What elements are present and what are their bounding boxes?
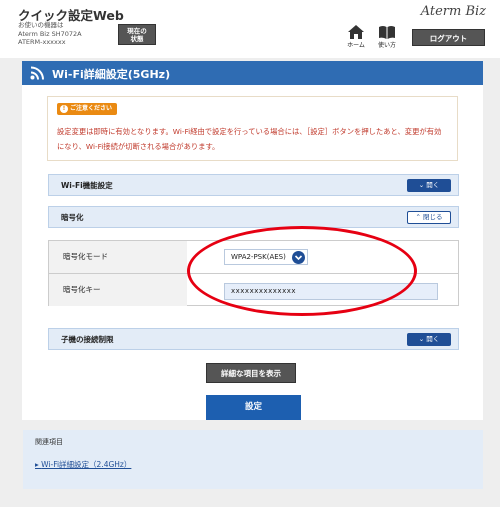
exclamation-icon: ! (60, 105, 68, 113)
section-client-restriction-title: 子機の接続制限 (61, 335, 114, 344)
wifi-function-open-label: 開く (426, 181, 440, 189)
device-info: お使いの機器は Aterm Biz SH7072A ATERM-xxxxxx (18, 21, 82, 47)
current-status-button[interactable]: 現在の 状態 (118, 24, 156, 45)
section-client-restriction[interactable]: 子機の接続制限 ⌄ 開く (48, 328, 459, 350)
client-restriction-open-label: 開く (426, 335, 440, 343)
device-model: Aterm Biz SH7072A (18, 29, 82, 38)
status-button-line1: 現在の (127, 27, 147, 35)
notice-badge-label: ご注意ください (70, 105, 113, 112)
chevron-down-icon: ⌄ (418, 335, 425, 343)
brand-logo: Aterm Biz (420, 4, 486, 19)
section-wifi-function-title: Wi-Fi機能設定 (61, 181, 113, 190)
encryption-close-label: 閉じる (423, 213, 443, 221)
home-icon (348, 25, 364, 39)
status-button-line2: 状態 (130, 35, 144, 43)
encryption-mode-label: 暗号化モード (49, 241, 187, 273)
encryption-mode-select[interactable]: WPA2-PSK(AES) (224, 249, 308, 265)
show-details-button[interactable]: 詳細な項目を表示 (206, 363, 296, 383)
section-encryption[interactable]: 暗号化 ⌃ 閉じる (48, 206, 459, 228)
wifi-function-open-button[interactable]: ⌄ 開く (407, 179, 451, 192)
related-link-wifi-24ghz[interactable]: ▸ Wi-Fi詳細設定（2.4GHz） (35, 459, 131, 470)
chevron-up-icon: ⌃ (415, 213, 421, 221)
encryption-key-row: 暗号化キー xxxxxxxxxxxxxx (49, 274, 458, 306)
related-title: 関連項目 (35, 438, 63, 446)
encryption-mode-row: 暗号化モード WPA2-PSK(AES) (49, 241, 458, 274)
device-id: ATERM-xxxxxx (18, 38, 66, 46)
section-encryption-title: 暗号化 (61, 213, 84, 222)
encryption-key-input[interactable]: xxxxxxxxxxxxxx (224, 283, 438, 300)
header-bar: クイック設定Web お使いの機器は Aterm Biz SH7072A ATER… (0, 0, 500, 58)
encryption-mode-value: WPA2-PSK(AES) (231, 253, 286, 261)
notice-text: 設定変更は即時に有効となります。Wi-Fi経由で設定を行っている場合には、［設定… (57, 127, 442, 151)
section-wifi-function[interactable]: Wi-Fi機能設定 ⌄ 開く (48, 174, 459, 196)
chevron-down-icon (292, 251, 305, 264)
encryption-key-label: 暗号化キー (49, 274, 187, 306)
home-button[interactable]: ホーム (341, 25, 371, 49)
page-title: Wi-Fi詳細設定(5GHz) (52, 68, 171, 81)
related-link-label: Wi-Fi詳細設定（2.4GHz） (41, 460, 132, 469)
book-icon (379, 26, 395, 39)
help-label: 使い方 (377, 42, 396, 49)
logout-button[interactable]: ログアウト (412, 29, 485, 46)
page-title-bar: Wi-Fi詳細設定(5GHz) (22, 61, 483, 85)
apply-button[interactable]: 設定 (206, 395, 301, 420)
client-restriction-open-button[interactable]: ⌄ 開く (407, 333, 451, 346)
home-label: ホーム (347, 42, 365, 49)
chevron-down-icon: ⌄ (418, 181, 425, 189)
encryption-close-button[interactable]: ⌃ 閉じる (407, 211, 451, 224)
encryption-table: 暗号化モード WPA2-PSK(AES) 暗号化キー xxxxxxxxxxxxx… (48, 240, 459, 306)
notice-badge: ! ご注意ください (57, 103, 117, 115)
device-label: お使いの機器は (18, 21, 64, 29)
related-items-panel: 関連項目 ▸ Wi-Fi詳細設定（2.4GHz） (23, 430, 483, 489)
wifi-icon (30, 66, 44, 80)
help-button[interactable]: 使い方 (372, 25, 402, 49)
